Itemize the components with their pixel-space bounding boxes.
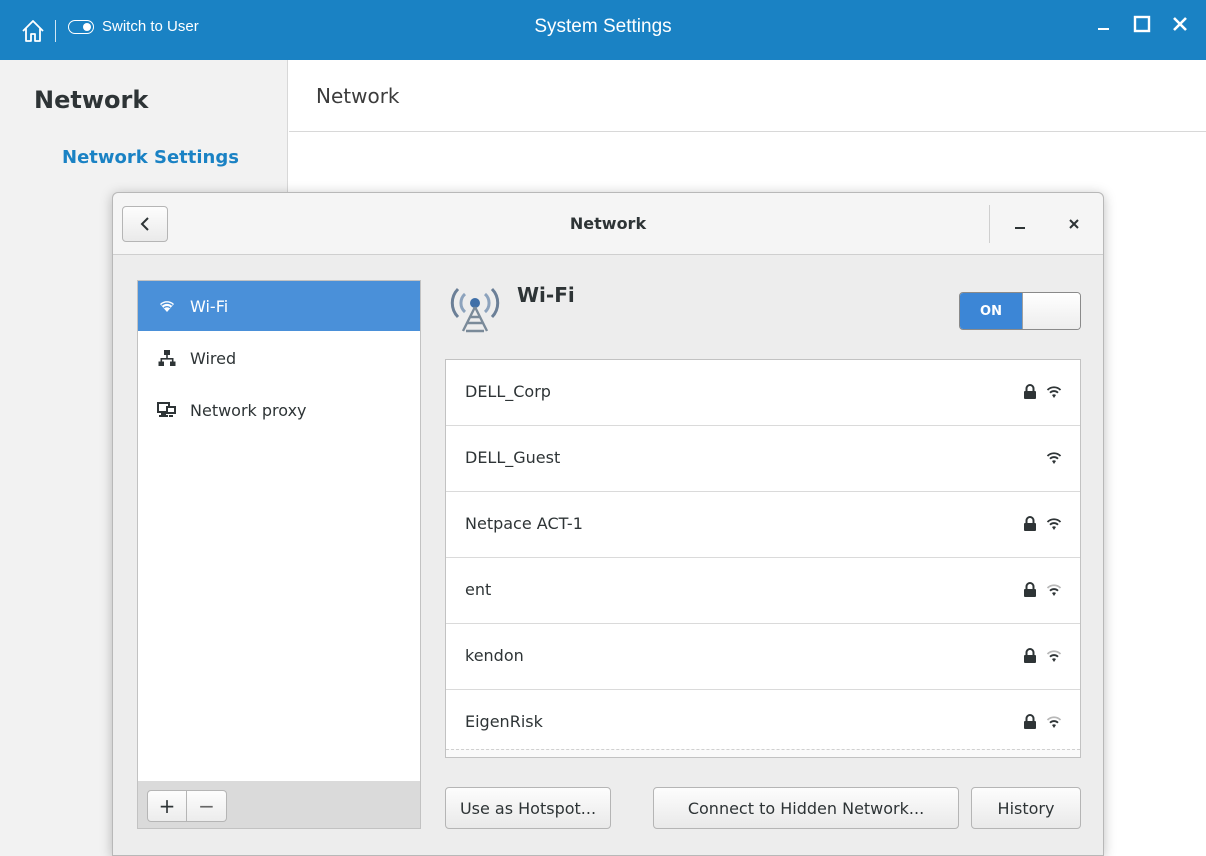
list-item-wifi[interactable]: Wi-Fi <box>138 281 420 331</box>
sidebar-heading: Network <box>34 86 149 114</box>
list-item-network-proxy[interactable]: Network proxy <box>138 385 420 435</box>
network-name: DELL_Corp <box>465 382 551 401</box>
wifi-signal-icon <box>1046 386 1062 398</box>
sidebar-item-network-settings[interactable]: Network Settings <box>62 147 239 168</box>
network-name: Netpace ACT-1 <box>465 514 583 533</box>
network-row[interactable]: DELL_Guest <box>446 426 1080 492</box>
lock-icon <box>1024 384 1036 399</box>
wifi-signal-weak-icon <box>1046 584 1062 596</box>
list-toolbar: + − <box>137 781 421 829</box>
network-row[interactable]: EigenRisk <box>446 690 1080 756</box>
wifi-network-list: DELL_Corp DELL_Guest Netpace ACT-1 ent k… <box>445 359 1081 758</box>
wifi-icon <box>156 296 178 316</box>
lock-icon <box>1024 516 1036 531</box>
header-divider <box>989 205 990 243</box>
network-row[interactable]: Netpace ACT-1 <box>446 492 1080 558</box>
page-title: Network <box>316 84 400 108</box>
lock-icon <box>1024 714 1036 729</box>
minimize-icon <box>1015 227 1025 229</box>
maximize-icon <box>1133 15 1151 33</box>
network-name: ent <box>465 580 492 599</box>
dialog-close-button[interactable] <box>1061 211 1087 237</box>
minimize-icon <box>1098 28 1109 30</box>
switch-on-label: ON <box>960 293 1022 329</box>
wired-network-icon <box>156 348 178 368</box>
network-row[interactable]: ent <box>446 558 1080 624</box>
dialog-minimize-button[interactable] <box>1007 211 1033 237</box>
network-name: kendon <box>465 646 524 665</box>
wifi-signal-weak-icon <box>1046 650 1062 662</box>
window-titlebar: Switch to User System Settings <box>0 0 1206 60</box>
lock-icon <box>1024 582 1036 597</box>
minimize-button[interactable] <box>1092 12 1116 36</box>
network-name: DELL_Guest <box>465 448 561 467</box>
network-proxy-icon <box>156 400 178 420</box>
network-row[interactable]: kendon <box>446 624 1080 690</box>
network-name: EigenRisk <box>465 712 543 731</box>
history-button[interactable]: History <box>971 787 1081 829</box>
connect-hidden-network-button[interactable]: Connect to Hidden Network... <box>653 787 959 829</box>
add-connection-button[interactable]: + <box>147 790 187 822</box>
list-item-label: Wi-Fi <box>190 296 229 316</box>
wifi-toggle-switch[interactable]: ON <box>959 292 1081 330</box>
list-scroll-edge <box>446 749 1080 757</box>
list-item-wired[interactable]: Wired <box>138 333 420 383</box>
main-header: Network <box>289 60 1206 132</box>
wifi-signal-weak-icon <box>1046 716 1062 728</box>
dialog-title: Network <box>569 214 647 233</box>
switch-knob <box>1022 293 1080 329</box>
dialog-header: Network <box>113 193 1103 255</box>
network-row[interactable]: DELL_Corp <box>446 360 1080 426</box>
network-dialog: Network Wi-Fi Wired Network proxy + − Wi… <box>112 192 1104 856</box>
wifi-signal-icon <box>1046 452 1062 464</box>
wifi-signal-icon <box>1046 518 1062 530</box>
maximize-button[interactable] <box>1130 12 1154 36</box>
close-icon <box>1173 17 1187 31</box>
window-title: System Settings <box>534 16 672 37</box>
wifi-heading: Wi-Fi <box>517 283 575 307</box>
close-icon <box>1069 219 1079 229</box>
connection-type-list: Wi-Fi Wired Network proxy <box>137 280 421 782</box>
list-item-label: Network proxy <box>190 400 307 420</box>
close-button[interactable] <box>1168 12 1192 36</box>
wireless-tower-icon <box>448 277 502 333</box>
use-as-hotspot-button[interactable]: Use as Hotspot... <box>445 787 611 829</box>
remove-connection-button[interactable]: − <box>187 790 227 822</box>
list-item-label: Wired <box>190 348 237 368</box>
lock-icon <box>1024 648 1036 663</box>
